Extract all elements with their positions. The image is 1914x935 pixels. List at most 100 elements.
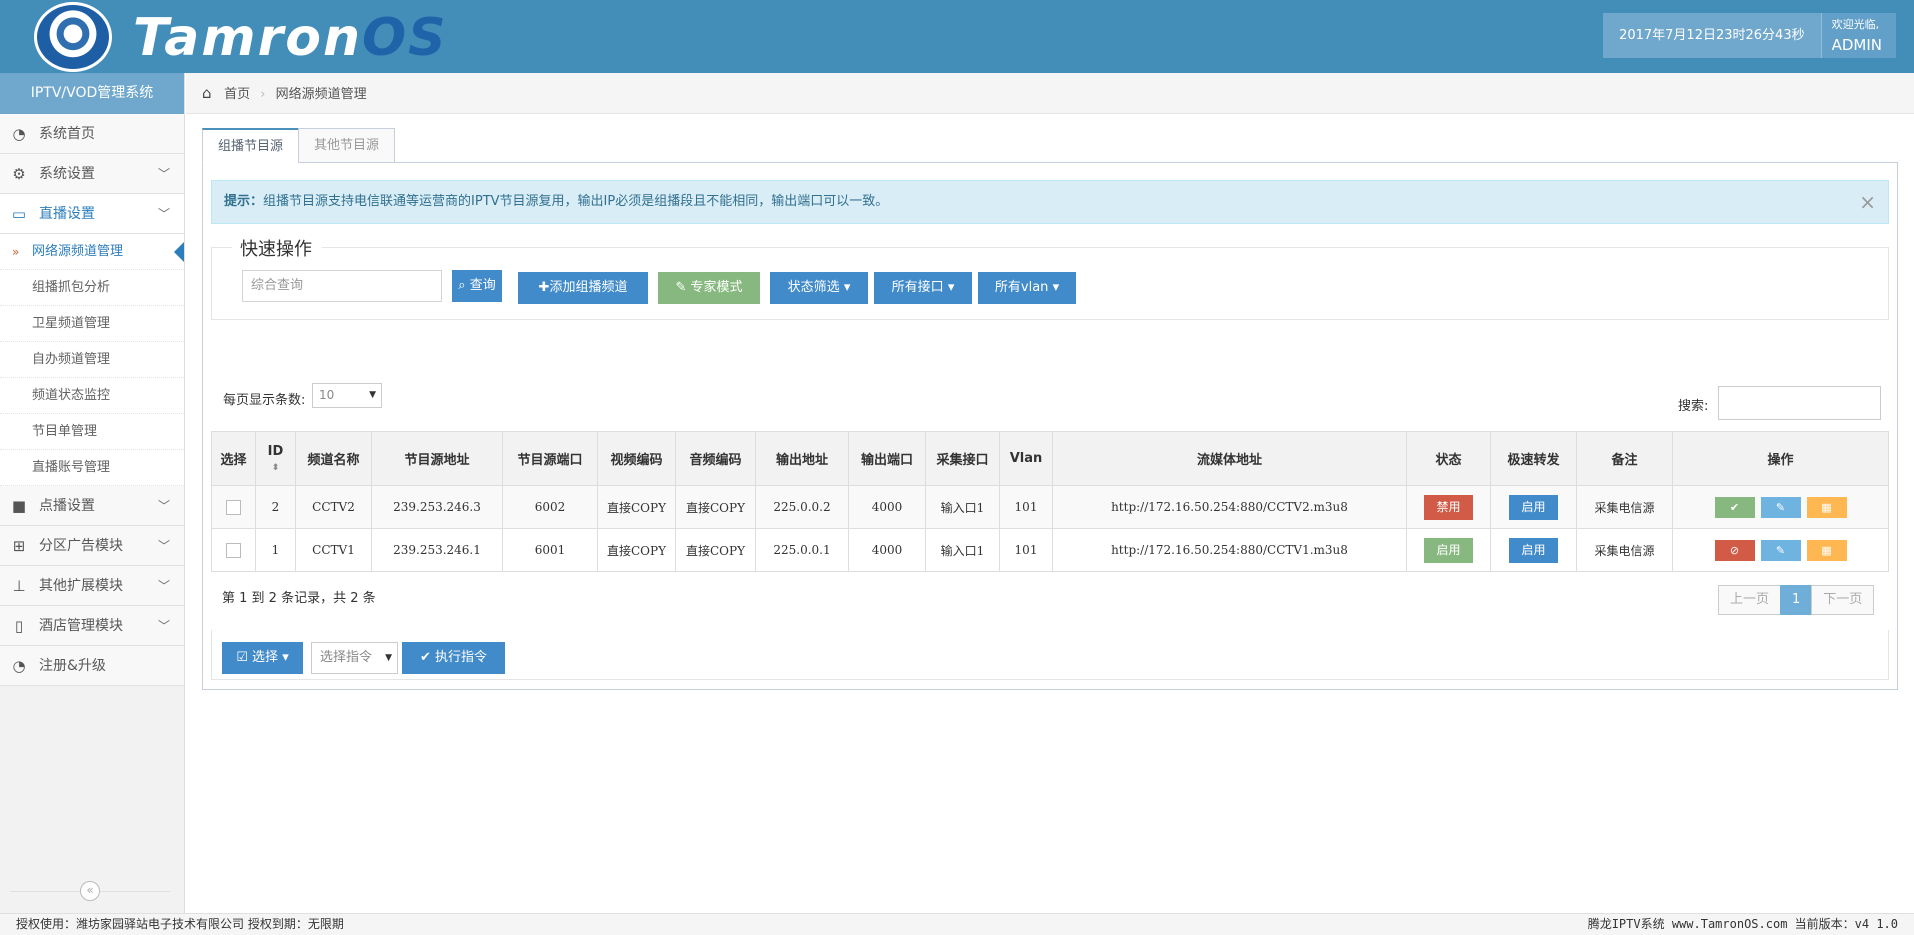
edit-button[interactable]: ✎ [1760, 496, 1801, 518]
sidebar-item-hotel[interactable]: ▯ 酒店管理模块 ﹀ [0, 606, 184, 646]
cell-audio-codec: 直接COPY [675, 485, 756, 529]
version-info: 腾龙IPTV系统 www.TamronOS.com 当前版本：v4 1.0 [1587, 917, 1898, 931]
col-stream-url: 流媒体地址 [1052, 431, 1407, 486]
command-select[interactable]: 选择指令 ▼ [311, 642, 398, 674]
sidebar-item-ads[interactable]: ⊞ 分区广告模块 ﹀ [0, 526, 184, 566]
sidebar-item-system-settings[interactable]: ⚙ 系统设置 ﹀ [0, 154, 184, 194]
caret-down-icon: ▾ [1052, 280, 1060, 295]
chevron-down-icon: ﹀ [157, 539, 170, 553]
col-output-port: 输出端口 [848, 431, 926, 486]
sidebar-item-home[interactable]: ◔ 系统首页 [0, 114, 184, 154]
chevron-down-icon: ﹀ [157, 167, 170, 181]
tablet-icon: ▯ [14, 617, 24, 635]
desktop-icon: ▭ [11, 205, 27, 223]
sidebar: IPTV/VOD管理系统 ◔ 系统首页 ⚙ 系统设置 ﹀ ▭ 直播设置 ﹀ » … [0, 73, 185, 913]
cell-source-port: 6001 [502, 528, 598, 572]
status-filter-dropdown[interactable]: 状态筛选 ▾ [770, 272, 868, 304]
delete-button[interactable]: ▦ [1806, 496, 1847, 518]
quick-actions-title: 快速操作 [232, 235, 322, 261]
windows-icon: ⊞ [12, 537, 26, 555]
sidebar-item-label: 系统设置 [39, 166, 95, 182]
tab-other-sources[interactable]: 其他节目源 [298, 128, 396, 163]
sidebar-subitem-network-channels[interactable]: » 网络源频道管理 [0, 234, 184, 270]
alert-text: 组播节目源支持电信联通等运营商的IPTV节目源复用，输出IP必须是组播段且不能相… [263, 194, 889, 209]
col-id[interactable]: ID ⬍ [255, 431, 296, 486]
caret-down-icon: ▼ [369, 390, 376, 400]
check-icon: ✔ [1729, 500, 1740, 514]
cell-video-codec: 直接COPY [597, 528, 676, 572]
vlan-filter-dropdown[interactable]: 所有vlan ▾ [978, 272, 1076, 304]
alert-prefix: 提示： [224, 194, 264, 209]
sidebar-item-label: 点播设置 [39, 498, 95, 514]
user-menu[interactable]: 欢迎光临, ADMIN [1820, 13, 1896, 58]
select-dropdown-button[interactable]: ☑ 选择 ▾ [222, 642, 303, 674]
col-actions: 操作 [1672, 431, 1889, 486]
prev-page-button[interactable]: 上一页 [1718, 585, 1782, 615]
fast-forward-toggle-button[interactable]: 启用 [1509, 537, 1558, 563]
tab-panel: 提示：组播节目源支持电信联通等运营商的IPTV节目源复用，输出IP必须是组播段且… [202, 162, 1898, 690]
tab-multicast-sources[interactable]: 组播节目源 [202, 128, 300, 163]
sidebar-subitem-live-accounts[interactable]: 直播账号管理 [0, 450, 184, 486]
status-toggle-button[interactable]: 禁用 [1424, 494, 1473, 520]
page-length-label: 每页显示条数: [223, 393, 306, 408]
sort-icon: ⬍ [271, 462, 280, 473]
cell-output-port: 4000 [848, 528, 926, 572]
search-input[interactable]: 综合查询 [242, 270, 442, 302]
col-status: 状态 [1406, 431, 1491, 486]
sidebar-title: IPTV/VOD管理系统 [0, 73, 184, 114]
close-icon[interactable]: × [1859, 181, 1876, 223]
caret-down-icon: ▾ [843, 280, 851, 295]
edit-button[interactable]: ✎ [1760, 539, 1801, 561]
trash-icon: ▦ [1821, 543, 1832, 557]
cell-remark: 采集电信源 [1576, 485, 1673, 529]
cell-channel-name: CCTV2 [295, 485, 372, 529]
status-toggle-button[interactable]: 启用 [1424, 537, 1473, 563]
row-checkbox[interactable] [226, 542, 241, 558]
sidebar-item-extensions[interactable]: ⊥ 其他扩展模块 ﹀ [0, 566, 184, 606]
sidebar-item-register-upgrade[interactable]: ◔ 注册&升级 [0, 646, 184, 686]
sidebar-subitem-multicast-capture[interactable]: 组播抓包分析 [0, 270, 184, 306]
col-select: 选择 [211, 431, 256, 486]
channel-table: 选择 ID ⬍ 频道名称 节目源地址 节目源端口 视频编码 音频编码 输出地址 输… [211, 431, 1889, 572]
execute-command-button[interactable]: ✔ 执行指令 [402, 642, 505, 674]
trash-icon: ▦ [1821, 500, 1832, 514]
check-icon: ✔ [419, 650, 431, 665]
sidebar-item-live-settings[interactable]: ▭ 直播设置 ﹀ [0, 194, 184, 234]
dashboard-icon: ◔ [12, 125, 26, 143]
welcome-text: 欢迎光临, [1831, 18, 1880, 31]
sidebar-collapse-icon[interactable]: « [80, 881, 100, 901]
cell-output-address: 225.0.0.1 [755, 528, 849, 572]
sidebar-subitem-self-channels[interactable]: 自办频道管理 [0, 342, 184, 378]
sidebar-subitem-satellite[interactable]: 卫星频道管理 [0, 306, 184, 342]
col-channel-name: 频道名称 [295, 431, 372, 486]
col-capture-interface: 采集接口 [925, 431, 1000, 486]
edit-icon: ✎ [1775, 543, 1786, 557]
sidebar-item-vod-settings[interactable]: ■ 点播设置 ﹀ [0, 486, 184, 526]
breadcrumb-home-link[interactable]: 首页 [224, 87, 250, 102]
expert-mode-button[interactable]: ✎ 专家模式 [658, 272, 760, 304]
gears-icon: ⚙ [12, 165, 26, 183]
sidebar-item-label: 系统首页 [39, 126, 95, 142]
add-multicast-channel-button[interactable]: ✚添加组播频道 [518, 272, 648, 304]
col-remark: 备注 [1576, 431, 1673, 486]
page-length-select[interactable]: 10 ▼ [312, 383, 382, 408]
table-search-input[interactable] [1718, 386, 1881, 420]
enable-button[interactable]: ✔ [1714, 496, 1755, 518]
delete-button[interactable]: ▦ [1806, 539, 1847, 561]
page-1-button[interactable]: 1 [1780, 585, 1813, 615]
query-button[interactable]: ⌕ 查询 [452, 270, 502, 302]
next-page-button[interactable]: 下一页 [1811, 585, 1875, 615]
col-vlan: Vlan [999, 431, 1053, 486]
sidebar-subitem-channel-monitor[interactable]: 频道状态监控 [0, 378, 184, 414]
pagination: 上一页 1 下一页 [1718, 585, 1875, 615]
fast-forward-toggle-button[interactable]: 启用 [1509, 494, 1558, 520]
logo: TamronOS [133, 8, 448, 68]
pencil-icon: ✎ [675, 280, 687, 295]
cell-output-address: 225.0.0.2 [755, 485, 849, 529]
disable-button[interactable]: ⊘ [1714, 539, 1755, 561]
interface-filter-dropdown[interactable]: 所有接口 ▾ [874, 272, 972, 304]
sidebar-subitem-epg[interactable]: 节目单管理 [0, 414, 184, 450]
sidebar-item-label: 分区广告模块 [39, 538, 123, 554]
row-checkbox[interactable] [226, 499, 241, 515]
sidebar-item-label: 酒店管理模块 [39, 618, 123, 634]
